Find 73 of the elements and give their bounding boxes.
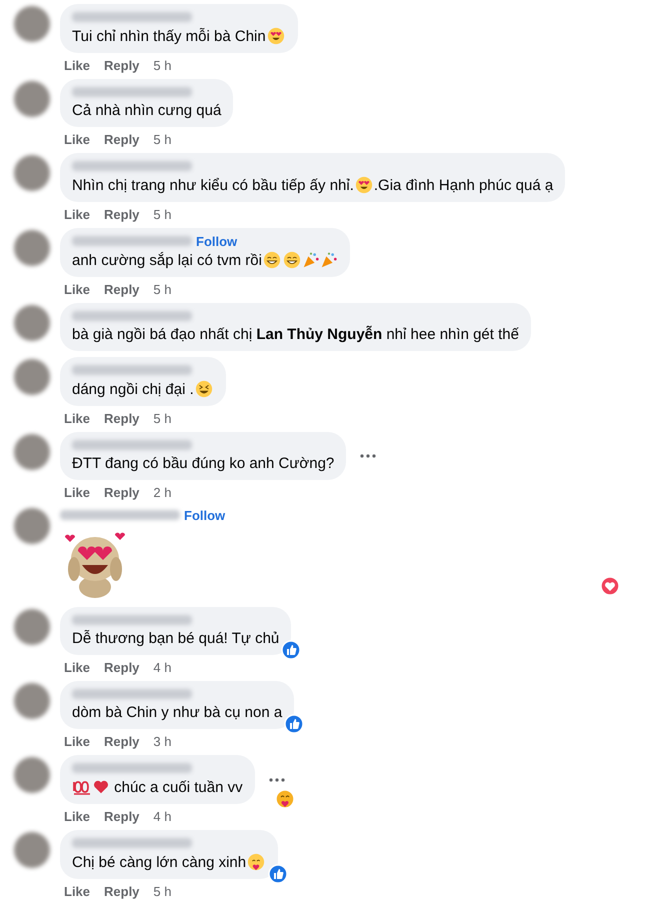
like-link[interactable]: Like <box>64 207 90 222</box>
party-popper-icon <box>302 251 320 269</box>
avatar[interactable] <box>14 6 50 42</box>
comment-text: .Gia đình Hạnh phúc quá ạ <box>374 176 554 194</box>
like-link[interactable]: Like <box>64 884 90 899</box>
comment-time: 3 h <box>153 734 172 749</box>
reply-link[interactable]: Reply <box>104 485 140 500</box>
emoji-icon <box>247 853 266 871</box>
avatar[interactable] <box>14 434 50 470</box>
comment-time: 5 h <box>153 58 172 73</box>
comment-time: 5 h <box>153 411 172 426</box>
comment-time: 5 h <box>153 884 172 899</box>
comment-text: bà già ngồi bá đạo nhất chị Lan Thủy Nguyễn nhỉ hee nhìn gét thế <box>72 326 519 343</box>
care-reaction-icon <box>274 789 295 809</box>
avatar[interactable] <box>14 81 50 117</box>
avatar[interactable] <box>14 305 50 341</box>
comment-time: 5 h <box>153 282 172 297</box>
comment-text: Chị bé càng lớn càng xinh <box>72 854 246 870</box>
reply-link[interactable]: Reply <box>104 58 140 73</box>
comment-text: ĐTT đang có bầu đúng ko anh Cường? <box>72 455 334 472</box>
avatar[interactable] <box>14 757 50 793</box>
comment-text: Dễ thương bạn bé quá! Tự chủ <box>72 630 280 647</box>
avatar[interactable] <box>14 508 50 544</box>
like-link[interactable]: Like <box>64 282 90 297</box>
comment-time: 5 h <box>153 132 172 147</box>
comment-text: dòm bà Chin y như bà cụ non a <box>72 704 282 721</box>
like-link[interactable]: Like <box>64 734 90 749</box>
like-link[interactable]: Like <box>64 132 90 147</box>
avatar[interactable] <box>14 832 50 868</box>
comment-time: 2 h <box>153 485 172 500</box>
like-reaction-icon <box>268 864 288 884</box>
hundred-points-icon <box>72 778 92 796</box>
comment-text: anh cường sắp lại có tvm rồi <box>72 252 262 268</box>
comment-text: Tui chỉ nhìn thấy mỗi bà Chin <box>72 28 266 44</box>
like-link[interactable]: Like <box>64 809 90 824</box>
reply-link[interactable]: Reply <box>104 734 140 749</box>
comment-time: 5 h <box>153 207 172 222</box>
comment-time: 4 h <box>153 809 172 824</box>
reply-link[interactable]: Reply <box>104 809 140 824</box>
like-reaction-icon <box>284 714 304 734</box>
love-reaction-icon <box>600 576 620 596</box>
like-link[interactable]: Like <box>64 411 90 426</box>
comment-time: 4 h <box>153 660 172 675</box>
like-link[interactable]: Like <box>64 660 90 675</box>
reply-link[interactable]: Reply <box>104 132 140 147</box>
avatar[interactable] <box>14 155 50 191</box>
comment-text: dáng ngồi chị đại . <box>72 380 194 398</box>
emoji-icon <box>262 251 281 269</box>
reply-link[interactable]: Reply <box>104 411 140 426</box>
avatar[interactable] <box>14 359 50 395</box>
reply-link[interactable]: Reply <box>104 282 140 297</box>
comment-text: chúc a cuối tuần vv <box>113 778 243 796</box>
follow-link[interactable]: Follow <box>196 234 238 248</box>
like-reaction-icon <box>281 640 302 660</box>
emoji-icon <box>266 27 285 45</box>
comment-text: Nhìn chị trang như kiểu có bầu tiếp ấy nhỉ. <box>72 176 354 194</box>
avatar[interactable] <box>14 230 50 266</box>
emoji-icon <box>354 176 373 194</box>
emoji-icon <box>194 380 213 398</box>
comment-text: Cả nhà nhìn cưng quá <box>72 102 222 119</box>
more-options-icon[interactable] <box>268 778 285 782</box>
follow-link[interactable]: Follow <box>184 508 226 522</box>
avatar[interactable] <box>14 683 50 719</box>
reply-link[interactable]: Reply <box>104 660 140 675</box>
heart-icon <box>92 778 110 796</box>
reply-link[interactable]: Reply <box>104 207 140 222</box>
party-popper-icon <box>320 251 338 269</box>
emoji-icon <box>282 251 301 269</box>
more-options-icon[interactable] <box>360 454 376 458</box>
like-link[interactable]: Like <box>64 58 90 73</box>
like-link[interactable]: Like <box>64 485 90 500</box>
avatar[interactable] <box>14 609 50 645</box>
reply-link[interactable]: Reply <box>104 884 140 899</box>
